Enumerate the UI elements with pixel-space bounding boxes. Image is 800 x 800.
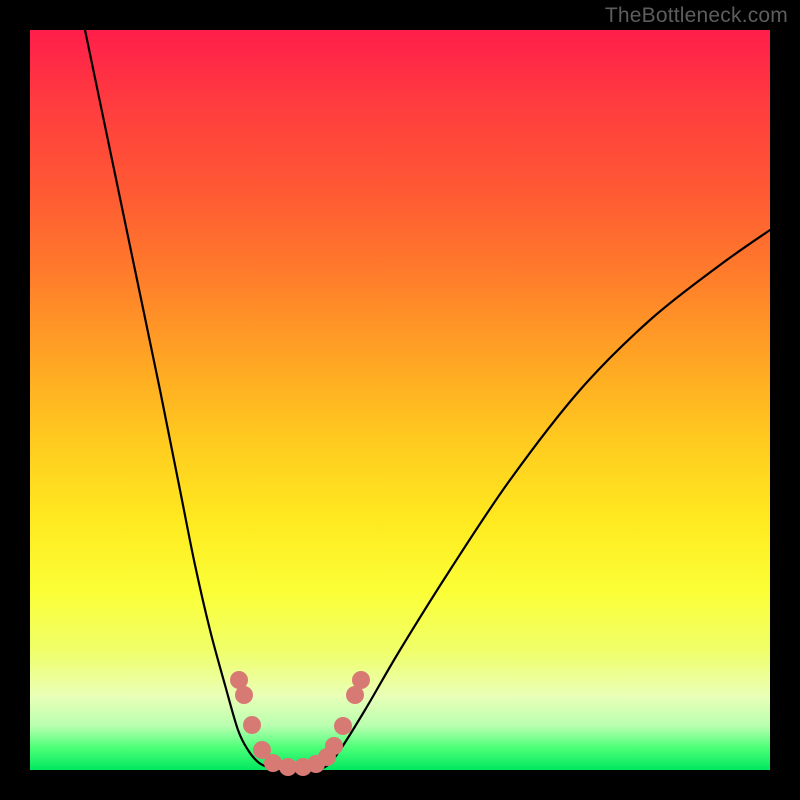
marker-dot — [325, 737, 343, 755]
curve-layer — [30, 30, 770, 770]
plot-area — [30, 30, 770, 770]
bottleneck-curve — [85, 30, 770, 769]
marker-group — [230, 671, 370, 776]
outer-frame: TheBottleneck.com — [0, 0, 800, 800]
marker-dot — [235, 686, 253, 704]
marker-dot — [334, 717, 352, 735]
marker-dot — [352, 671, 370, 689]
marker-dot — [243, 716, 261, 734]
watermark-text: TheBottleneck.com — [605, 4, 788, 28]
